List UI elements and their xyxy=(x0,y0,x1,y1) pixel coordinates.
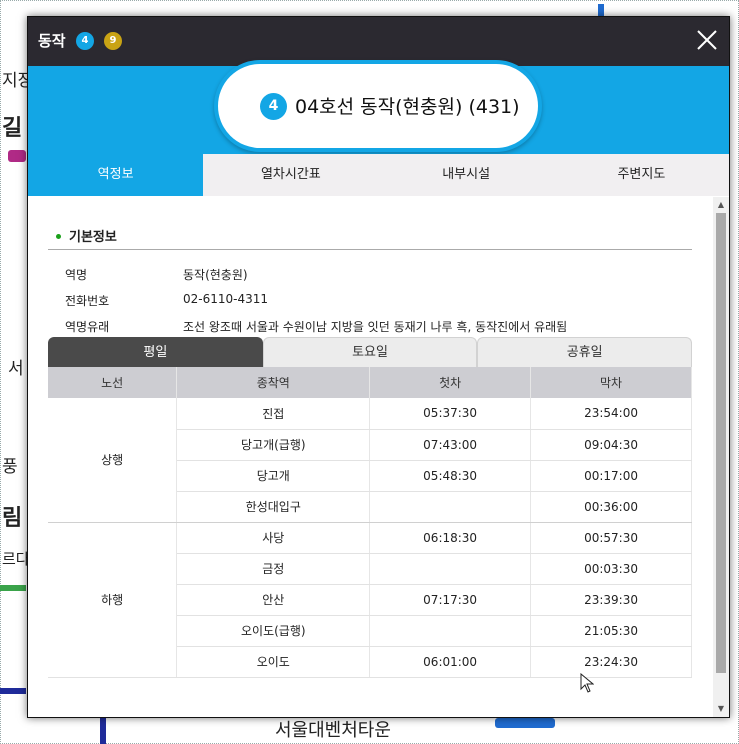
tab-saturday[interactable]: 토요일 xyxy=(262,337,478,367)
col-header-line: 노선 xyxy=(48,367,178,398)
first-train-cell: 06:18:30 xyxy=(369,522,532,554)
map-label: 서울대벤처타운 xyxy=(275,720,391,741)
map-label: 풍 xyxy=(2,457,18,477)
col-header-destination: 종착역 xyxy=(176,367,371,398)
dialog-title: 동작 xyxy=(38,32,66,50)
line-9-badge: 9 xyxy=(104,32,122,50)
destination-cell: 한성대입구 xyxy=(176,491,371,523)
info-value: 02-6110-4311 xyxy=(183,292,269,306)
basic-info-heading: 기본정보 xyxy=(48,226,692,250)
info-label: 전화번호 xyxy=(65,294,110,308)
col-header-first-train: 첫차 xyxy=(369,367,532,398)
last-train-cell: 00:03:30 xyxy=(530,553,692,585)
last-train-cell: 21:05:30 xyxy=(530,615,692,647)
tab-timetable[interactable]: 열차시간표 xyxy=(203,154,378,196)
first-train-cell: 05:48:30 xyxy=(369,460,532,492)
direction-cell: 상행 xyxy=(48,398,178,523)
first-train-cell xyxy=(369,615,532,647)
last-train-cell: 23:54:00 xyxy=(530,398,692,430)
map-line-segment xyxy=(598,4,604,16)
station-name: 04호선 동작(현충원) (431) xyxy=(295,96,520,118)
first-train-cell: 07:17:30 xyxy=(369,584,532,616)
mouse-cursor-icon xyxy=(580,672,595,697)
info-label: 역명유래 xyxy=(65,320,110,334)
destination-cell: 안산 xyxy=(176,584,371,616)
tab-holiday[interactable]: 공휴일 xyxy=(477,337,693,367)
scroll-up-arrow-icon[interactable]: ▲ xyxy=(713,197,729,213)
last-train-cell: 00:17:00 xyxy=(530,460,692,492)
last-train-cell: 23:39:30 xyxy=(530,584,692,616)
tab-weekday[interactable]: 평일 xyxy=(48,337,263,367)
destination-cell: 진접 xyxy=(176,398,371,430)
map-line-segment xyxy=(100,718,106,744)
map-line-segment xyxy=(495,718,555,728)
line-4-badge: 4 xyxy=(76,32,94,50)
info-label: 역명 xyxy=(65,268,88,282)
line-number-badge: 4 xyxy=(260,93,287,120)
tab-nearby-map[interactable]: 주변지도 xyxy=(554,154,729,196)
tab-content: 기본정보 역명 동작(현충원) 전화번호 02-6110-4311 역명유래 조… xyxy=(28,197,729,717)
destination-cell: 사당 xyxy=(176,522,371,554)
map-line-segment xyxy=(0,688,26,694)
map-label: 림 xyxy=(2,506,23,531)
first-train-cell xyxy=(369,491,532,523)
first-train-cell: 06:01:00 xyxy=(369,646,532,678)
first-train-cell: 05:37:30 xyxy=(369,398,532,430)
last-train-cell: 09:04:30 xyxy=(530,429,692,461)
map-station-marker xyxy=(8,150,26,162)
scroll-down-arrow-icon[interactable]: ▼ xyxy=(713,701,729,717)
map-label: 길 xyxy=(2,116,23,141)
tab-facilities[interactable]: 내부시설 xyxy=(379,154,554,196)
first-train-cell xyxy=(369,553,532,585)
dialog-titlebar: 동작 4 9 xyxy=(28,17,729,66)
day-type-tabs: 평일 토요일 공휴일 xyxy=(48,337,693,367)
tab-station-info[interactable]: 역정보 xyxy=(28,154,204,196)
info-tabs: 역정보 열차시간표 내부시설 주변지도 xyxy=(28,154,729,196)
destination-cell: 금정 xyxy=(176,553,371,585)
last-train-cell: 23:24:30 xyxy=(530,646,692,678)
table-row: 상행 진접 05:37:30 23:54:00 xyxy=(48,398,692,523)
destination-cell: 당고개(급행) xyxy=(176,429,371,461)
destination-cell: 당고개 xyxy=(176,460,371,492)
first-train-cell: 07:43:00 xyxy=(369,429,532,461)
map-line-segment xyxy=(0,585,26,591)
last-train-cell: 00:57:30 xyxy=(530,522,692,554)
destination-cell: 오이도 xyxy=(176,646,371,678)
map-label: 서 xyxy=(8,359,24,379)
scrollbar-thumb[interactable] xyxy=(716,213,726,673)
direction-cell: 하행 xyxy=(48,522,178,678)
info-value: 동작(현충원) xyxy=(183,268,248,282)
basic-info-title: 기본정보 xyxy=(69,230,117,245)
bullet-icon xyxy=(56,234,61,239)
col-header-last-train: 막차 xyxy=(530,367,692,398)
first-last-train-table: 노선 종착역 첫차 막차 상행 진접 05:37:30 23:54:00 당고개… xyxy=(48,367,692,678)
last-train-cell: 00:36:00 xyxy=(530,491,692,523)
map-label: 르다 xyxy=(2,550,30,568)
close-icon[interactable] xyxy=(695,28,719,52)
info-value: 조선 왕조때 서울과 수원이남 지방을 잇던 동재기 나루 흑, 동작진에서 유… xyxy=(183,320,568,334)
table-row: 하행 사당 06:18:30 00:57:30 xyxy=(48,522,692,678)
vertical-scrollbar[interactable]: ▲ ▼ xyxy=(713,197,729,717)
station-info-dialog: 동작 4 9 4 04호선 동작(현충원) (431) 역정보 열차시간표 내부… xyxy=(27,16,730,718)
destination-cell: 오이도(급행) xyxy=(176,615,371,647)
station-name-pill: 4 04호선 동작(현충원) (431) xyxy=(214,60,542,152)
